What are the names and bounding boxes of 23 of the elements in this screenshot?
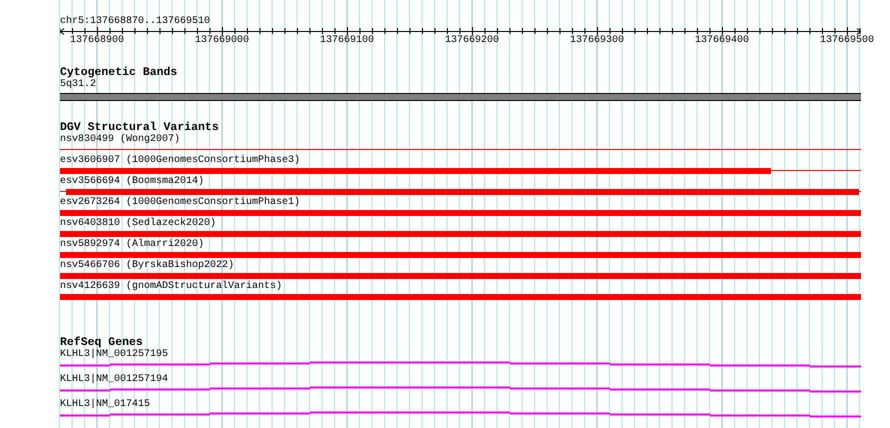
feature-label: nsv5466706 (ByrskaBishop2022) — [60, 260, 234, 271]
feature-label: nsv4126639 (gnomADStructuralVariants) — [60, 281, 282, 292]
ruler-tick-label: 137669100 — [320, 35, 374, 46]
ruler-tick-label: 137669400 — [695, 35, 749, 46]
feature-label: nsv6403810 (Sedlazeck2020) — [60, 218, 216, 229]
track-title: RefSeq Genes — [60, 337, 143, 349]
feature-label: nsv5892974 (Almarri2020) — [60, 239, 204, 250]
track-title: Cytogenetic Bands — [60, 67, 178, 79]
feature-label: KLHL3|NM_001257194 — [60, 374, 168, 385]
ruler-tick-label: 137668900 — [70, 35, 124, 46]
feature-label: esv3566694 (Boomsma2014) — [60, 176, 204, 187]
ruler-tick-label: 137669500 — [820, 35, 874, 46]
feature-label: nsv830499 (Wong2007) — [60, 134, 180, 145]
ruler-location: chr5:137668870..137669510 — [60, 16, 210, 27]
track-title: DGV Structural Variants — [60, 122, 219, 134]
feature-label: KLHL3|NM_017415 — [60, 399, 150, 410]
feature-label: KLHL3|NM_001257195 — [60, 349, 168, 360]
feature-label: 5q31.2 — [60, 79, 96, 90]
ruler-tick-label: 137669000 — [195, 35, 249, 46]
ruler-tick-label: 137669300 — [570, 35, 624, 46]
feature-label: esv3606907 (1000GenomesConsortiumPhase3) — [60, 155, 300, 166]
feature-label: esv2673264 (1000GenomesConsortiumPhase1) — [60, 197, 300, 208]
ruler-tick-label: 137669200 — [445, 35, 499, 46]
